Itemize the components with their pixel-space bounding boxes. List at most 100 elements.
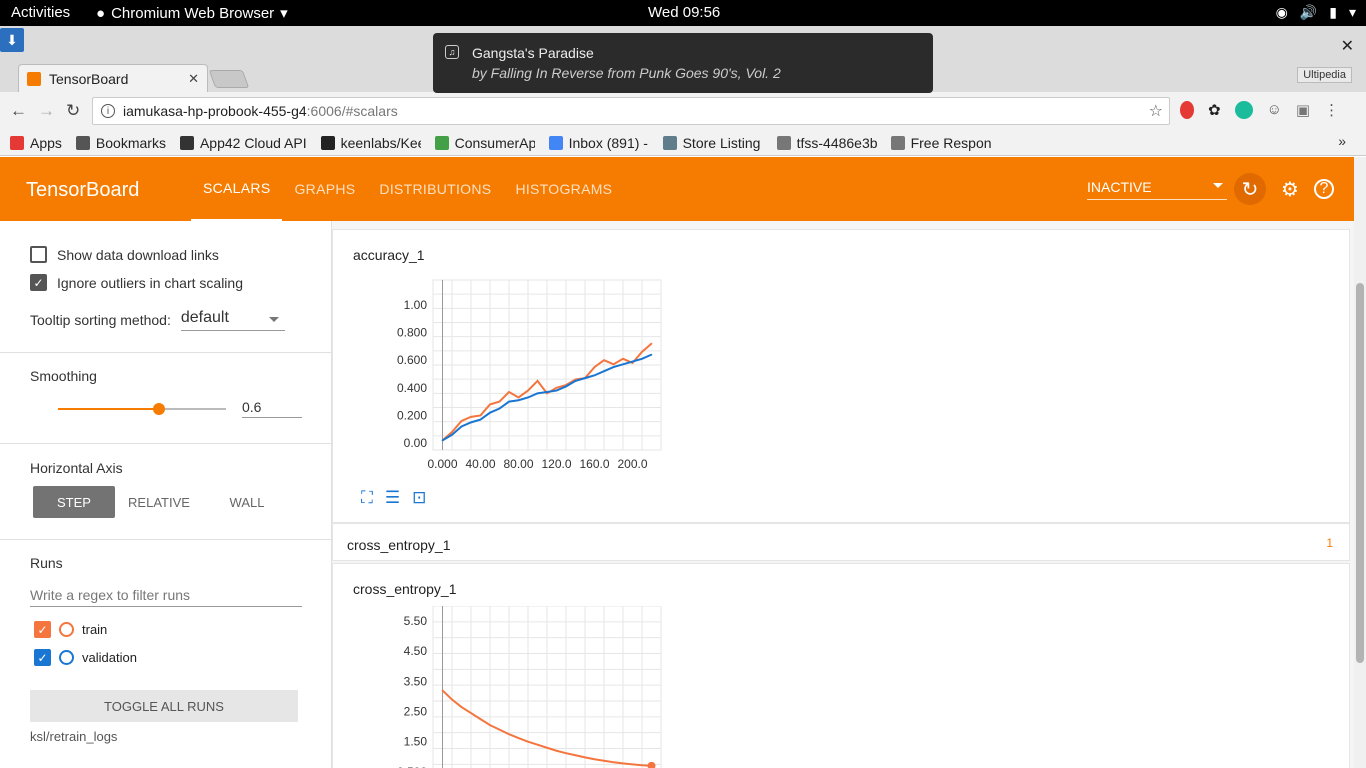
checkbox-unchecked[interactable] [30,246,47,263]
data-point-validation [489,411,491,414]
bookmark-item[interactable]: ConsumerApp_Ar [434,134,535,151]
file-icon [776,135,791,150]
show-download-links-label: Show data download links [57,246,219,263]
download-icon[interactable]: ⬇ [0,28,24,52]
fit-domain-icon[interactable]: ⊡ [412,488,426,508]
browser-tab[interactable]: TensorBoard ✕ [18,64,208,92]
bookmark-label: keenlabs/KeenCli [340,134,421,151]
smoothing-value-input[interactable]: 0.6 [242,399,302,418]
data-point-train [536,380,539,382]
system-top-bar: Activities ● Chromium Web Browser ▾ Wed … [0,0,1366,26]
horizontal-axis-buttons: STEP RELATIVE WALL [33,486,291,518]
data-point-train [584,756,586,759]
media-notification[interactable]: ♫ Gangsta's Paradise by Falling In Rever… [433,33,933,93]
x-tick-label: 120.0 [541,457,571,471]
data-point-train [441,689,444,692]
bookmark-item[interactable]: Bookmarks [75,135,166,151]
music-icon: ♫ [445,45,459,59]
inactive-dashboard-select[interactable]: INACTIVE [1087,179,1227,200]
tab-graphs[interactable]: GRAPHS [282,157,367,221]
tab-distributions[interactable]: DISTRIBUTIONS [367,157,503,221]
y-tick-label: 0.00 [404,436,428,450]
address-bar[interactable]: i iamukasa-hp-probook-455-g4 :6006/#scal… [92,97,1170,125]
network-icon: ◉ [1275,4,1288,20]
divider [0,352,332,353]
run-name: train [82,622,108,637]
category-title: cross_entropy_1 [347,537,451,553]
close-tab-icon[interactable]: ✕ [188,71,199,87]
system-tray[interactable]: ◉ 🔊 ▮ ▾ [1276,4,1356,21]
data-point-train [451,431,453,433]
data-point-validation [451,433,453,436]
info-icon[interactable]: i [101,104,115,118]
x-tick-label: 200.0 [617,457,647,471]
scrollbar-thumb[interactable] [1356,283,1364,663]
tooltip-sorting-select[interactable]: default [180,309,285,331]
ignore-outliers-checkbox[interactable]: ✓ Ignore outliers in chart scaling [30,274,243,291]
opera-icon[interactable] [1180,101,1194,119]
run-row-train[interactable]: ✓ train [34,621,107,638]
toggle-all-runs-button[interactable]: TOGGLE ALL RUNS [30,690,298,722]
smoothing-title: Smoothing [30,368,97,384]
menu-dots-icon[interactable]: ⋮ [1324,101,1339,119]
bookmark-item[interactable]: Apps [10,135,62,151]
bookmark-label: ConsumerApp_Ar [454,134,535,151]
bookmark-item[interactable]: Free Responsive [890,135,991,151]
data-point-validation [546,391,548,393]
axis-wall-button[interactable]: WALL [203,486,291,518]
sidebar: Show data download links ✓ Ignore outlie… [0,221,332,768]
data-point-train [574,754,577,757]
gnome-extension-icon[interactable]: ✿ [1208,101,1221,119]
bookmark-item[interactable]: tfss-4486e3b0-3 [776,135,877,151]
m-extension-icon[interactable] [1234,101,1253,119]
category-header[interactable]: cross_entropy_1 1 [332,523,1350,561]
image-extension-icon[interactable]: ▣ [1296,101,1310,119]
data-point-validation [622,363,624,366]
data-point-validation [631,360,634,363]
run-color-circle-icon[interactable] [59,650,74,665]
chart-icon [434,135,449,150]
profile-badge[interactable]: Ultipedia [1297,67,1352,83]
run-color-circle-icon[interactable] [59,622,74,637]
reload-data-icon[interactable]: ↻ [1234,173,1266,205]
more-bookmarks-icon[interactable]: » [1338,133,1346,149]
reload-icon[interactable]: ↻ [66,101,80,121]
x-tick-label: 0.000 [427,457,457,471]
help-icon[interactable]: ? [1314,179,1334,199]
run-row-validation[interactable]: ✓ validation [34,649,137,666]
accuracy-chart[interactable]: 0.00 0.200 0.400 0.600 0.800 1.00 0.000 40.00 80… [393,270,693,480]
show-download-links-checkbox[interactable]: Show data download links [30,246,219,263]
cross-entropy-chart[interactable]: 0.5001.502.503.504.505.50 [393,606,693,768]
activities-button[interactable]: Activities [11,4,70,21]
app-menu[interactable]: ● Chromium Web Browser ▾ [96,4,288,23]
eyes-extension-icon[interactable]: ☺ [1267,101,1282,119]
check-icon[interactable]: ✓ [34,649,51,666]
axis-step-button[interactable]: STEP [33,486,115,518]
runs-regex-input[interactable]: Write a regex to filter runs [30,587,302,607]
bookmark-item[interactable]: Inbox (891) - am [548,135,649,151]
fullscreen-icon[interactable]: ⛶ [361,488,373,508]
tab-histograms[interactable]: HISTOGRAMS [503,157,624,221]
close-window-icon[interactable]: ✕ [1341,36,1354,56]
clock[interactable]: Wed 09:56 [648,4,720,21]
bookmark-star-icon[interactable]: ☆ [1149,101,1163,121]
data-point-validation [508,400,510,403]
bookmark-item[interactable]: App42 Cloud API [179,135,307,151]
bookmark-item[interactable]: keenlabs/KeenCli [320,134,421,151]
check-icon[interactable]: ✓ [34,621,51,638]
forward-icon[interactable]: → [38,101,55,121]
tensorboard-header: TensorBoard SCALARS GRAPHS DISTRIBUTIONS… [0,157,1366,221]
tab-scalars[interactable]: SCALARS [191,157,283,221]
back-icon[interactable]: ← [10,101,27,121]
data-point-train [498,728,501,731]
axis-relative-button[interactable]: RELATIVE [115,486,203,518]
toggle-log-scale-icon[interactable]: ☰ [385,488,400,508]
bookmark-item[interactable]: Store Listing - Ult [662,135,763,151]
file-icon [890,135,905,150]
new-tab-button[interactable] [208,70,250,88]
page-scrollbar[interactable] [1354,157,1366,768]
settings-gear-icon[interactable]: ⚙ [1274,173,1306,205]
data-point-train [612,363,615,366]
check-icon[interactable]: ✓ [30,274,47,291]
smoothing-slider-knob[interactable] [152,403,165,415]
